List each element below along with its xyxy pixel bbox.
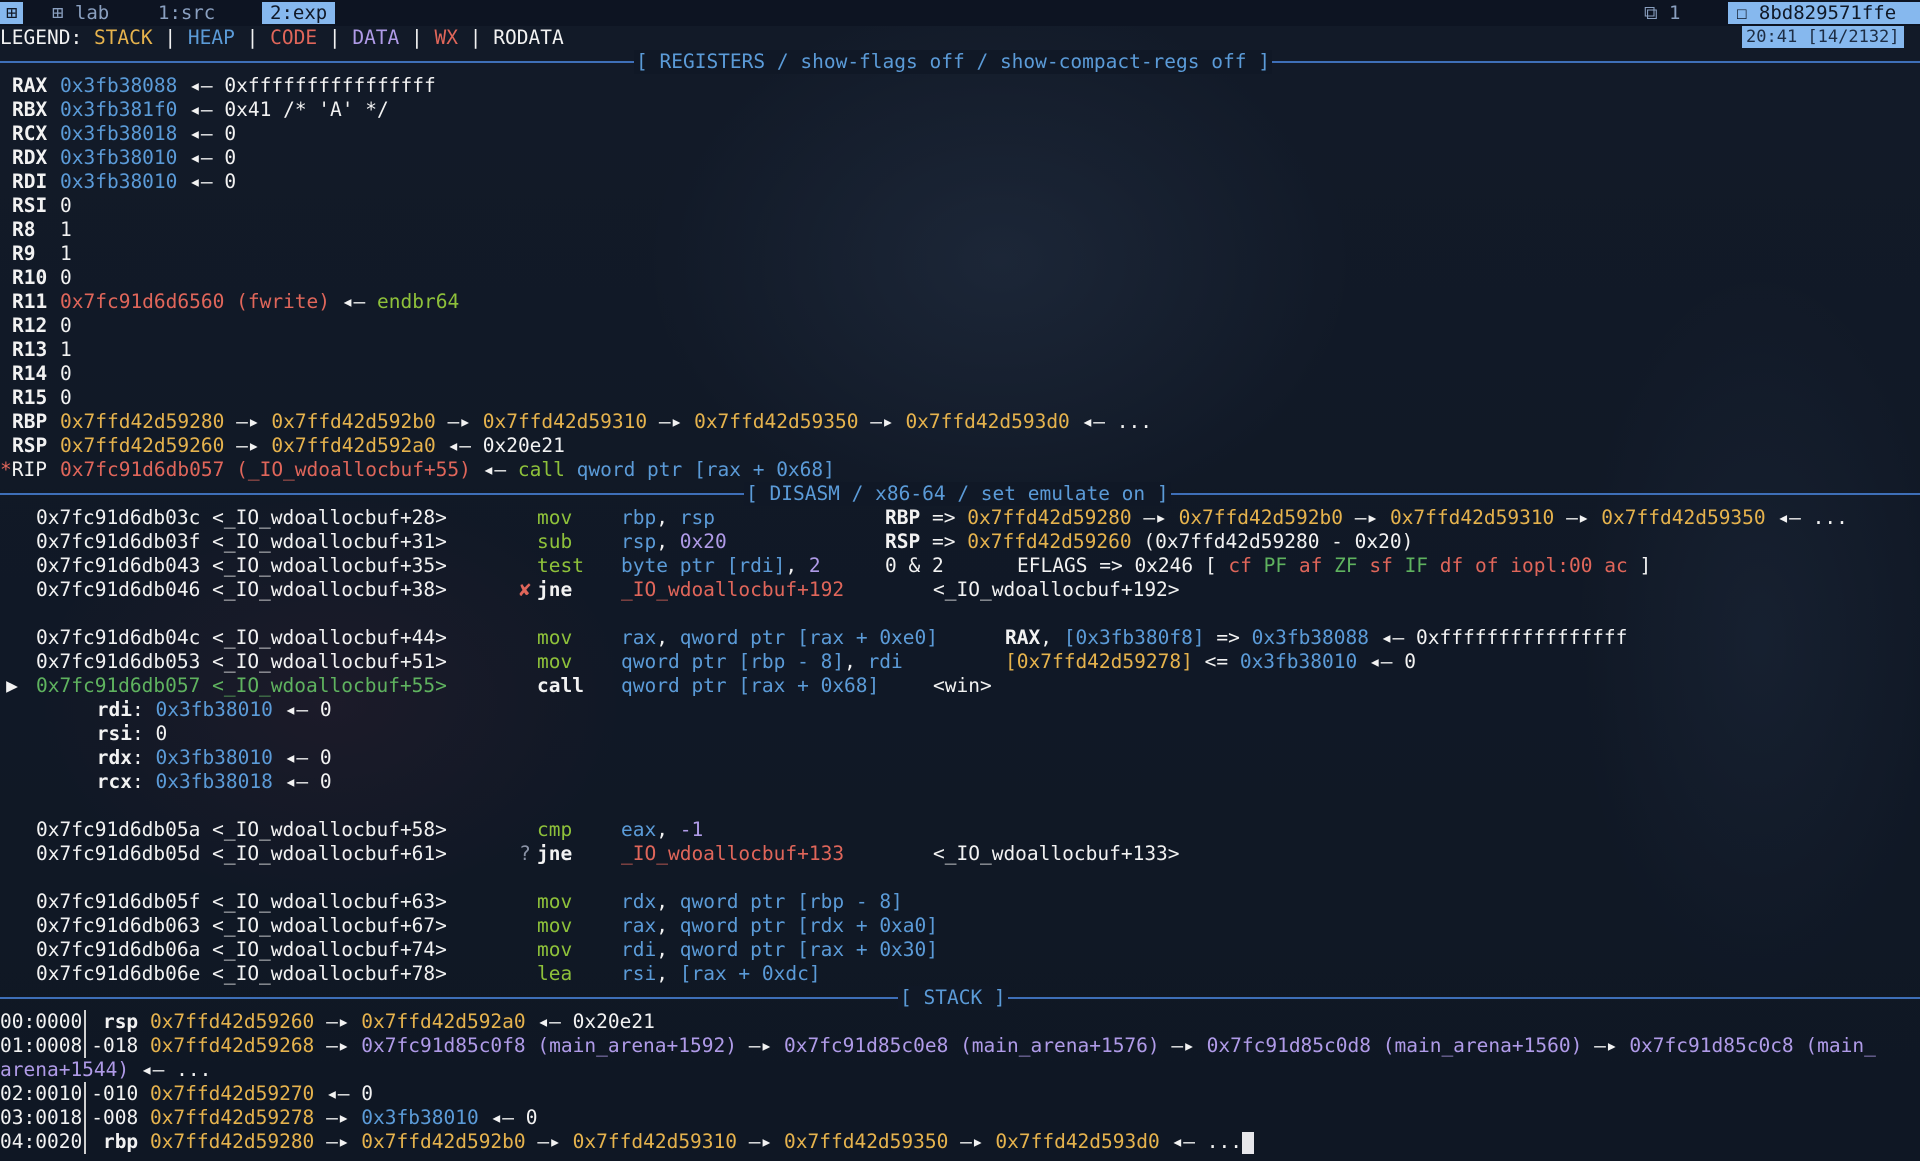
tab-exp[interactable]: 2:exp <box>262 2 336 24</box>
window-icon: ⊞ <box>52 2 64 24</box>
call-arg: rdx: 0x3fb38010 ◂— 0 <box>96 746 332 769</box>
stack-divider <box>84 1010 87 1034</box>
legend-data: DATA <box>352 26 400 49</box>
stack-header: [ STACK ] <box>0 986 1920 1010</box>
stack-divider <box>84 1130 87 1154</box>
stack-entry: 04:0020 rbp 0x7ffd42d59280 —▸ 0x7ffd42d59… <box>0 1130 1254 1154</box>
client-count: ⧉ 1 <box>1644 2 1681 24</box>
disasm-line: 0x7fc91d6db046 <_IO_wdoallocbuf+38> ✘ jne _… <box>36 578 1180 601</box>
stack-entry: 00:0000 rsp 0x7ffd42d59260 —▸ 0x7ffd42d59… <box>0 1010 655 1034</box>
clock: 20:41 [14/2132] <box>1742 26 1904 48</box>
disasm-line: 0x7fc91d6db05d <_IO_wdoallocbuf+61>? jne _… <box>36 842 1180 865</box>
legend-stack: STACK <box>93 26 153 49</box>
call-arg: rcx: 0x3fb38018 ◂— 0 <box>96 770 332 793</box>
legend: LEGEND: STACK | HEAP | CODE | DATA | WX … <box>0 26 564 49</box>
legend-code: CODE <box>270 26 318 49</box>
stack-divider <box>84 1082 87 1106</box>
disasm-line: 0x7fc91d6db05f <_IO_wdoallocbuf+63> mov rd… <box>36 890 903 913</box>
disasm-line: 0x7fc91d6db05a <_IO_wdoallocbuf+58> cmp ea… <box>36 818 704 841</box>
disasm-line: 0x7fc91d6db06a <_IO_wdoallocbuf+74> mov rd… <box>36 938 939 961</box>
call-arg: rsi: 0 <box>96 722 168 745</box>
host-label: ☐ 8bd829571ffe <box>1728 2 1920 24</box>
register-rip: *RIP 0x7fc91d6db057 (_IO_wdoallocbuf+55) … <box>0 458 835 481</box>
register-rsi: RSI 0 <box>12 194 72 217</box>
register-r9: R9 1 <box>12 242 72 265</box>
legend-rodata: RODATA <box>493 26 564 49</box>
stack-divider <box>84 1106 87 1130</box>
terminal-cursor[interactable] <box>1241 1131 1254 1154</box>
tab-src[interactable]: 1:src <box>150 2 223 24</box>
register-r14: R14 0 <box>12 362 72 385</box>
disasm-line: 0x7fc91d6db04c <_IO_wdoallocbuf+44> mov ra… <box>36 626 1628 649</box>
register-rax: RAX 0x3fb38088 ◂— 0xffffffffffffffff <box>12 74 436 97</box>
unknown-branch-icon: ? <box>519 842 531 865</box>
not-taken-icon: ✘ <box>519 578 531 601</box>
stack-entry: 03:0018 -008 0x7ffd42d59278 —▸ 0x3fb38010… <box>0 1106 538 1130</box>
stack-entry-wrap: arena+1544) ◂— ... <box>0 1058 212 1081</box>
register-r13: R13 1 <box>12 338 72 361</box>
register-r10: R10 0 <box>12 266 72 289</box>
register-rsp: RSP 0x7ffd42d59260 —▸ 0x7ffd42d592a0 ◂— 0… <box>12 434 565 457</box>
current-instruction-arrow-icon: ▶ <box>6 674 18 697</box>
tab-lab-label: lab <box>74 2 110 24</box>
register-rbx: RBX 0x3fb381f0 ◂— 0x41 /* 'A' */ <box>12 98 389 121</box>
register-r12: R12 0 <box>12 314 72 337</box>
register-rdi: RDI 0x3fb38010 ◂— 0 <box>12 170 237 193</box>
disasm-current-line: ▶ 0x7fc91d6db057 <_IO_wdoallocbuf+55> call… <box>0 674 992 698</box>
legend-wx: WX <box>434 26 459 49</box>
disasm-line: 0x7fc91d6db043 <_IO_wdoallocbuf+35> test b… <box>36 554 1652 577</box>
disasm-line: 0x7fc91d6db063 <_IO_wdoallocbuf+67> mov ra… <box>36 914 939 937</box>
disasm-line: 0x7fc91d6db06e <_IO_wdoallocbuf+78> lea rs… <box>36 962 821 985</box>
register-r11: R11 0x7fc91d6d6560 (fwrite) ◂— endbr64 <box>12 290 460 313</box>
register-rdx: RDX 0x3fb38010 ◂— 0 <box>12 146 237 169</box>
host-icon: ☐ <box>1736 2 1748 24</box>
register-r8: R8 1 <box>12 218 72 241</box>
registers-header: [ REGISTERS / show-flags off / show-comp… <box>0 50 1920 74</box>
session-icon[interactable]: ⊞ <box>0 2 24 24</box>
tab-lab[interactable]: ⊞ lab <box>44 2 117 24</box>
register-rbp: RBP 0x7ffd42d59280 —▸ 0x7ffd42d592b0 —▸ 0… <box>12 410 1153 433</box>
disasm-title: [ DISASM / x86-64 / set emulate on ] <box>744 482 1171 506</box>
register-rcx: RCX 0x3fb38018 ◂— 0 <box>12 122 237 145</box>
disasm-line: 0x7fc91d6db03f <_IO_wdoallocbuf+31> sub rs… <box>36 530 1414 553</box>
disasm-line: 0x7fc91d6db03c <_IO_wdoallocbuf+28> mov rb… <box>36 506 1848 529</box>
stack-entry: 02:0010 -010 0x7ffd42d59270 ◂— 0 <box>0 1082 374 1106</box>
disasm-header: [ DISASM / x86-64 / set emulate on ] <box>0 482 1920 506</box>
register-r15: R15 0 <box>12 386 72 409</box>
call-arg: rdi: 0x3fb38010 ◂— 0 <box>96 698 332 721</box>
tmux-status-bar: ⊞ ⊞ lab 1:src 2:exp ⧉ 1 ☐ 8bd829571ffe 2… <box>0 0 1920 48</box>
stack-title: [ STACK ] <box>898 986 1008 1010</box>
stack-entry: 01:0008 -018 0x7ffd42d59268 —▸ 0x7fc91d85… <box>0 1034 1876 1058</box>
clients-icon: ⧉ <box>1644 2 1658 24</box>
disasm-line: 0x7fc91d6db053 <_IO_wdoallocbuf+51> mov qw… <box>36 650 1416 673</box>
stack-divider <box>84 1034 87 1058</box>
legend-heap: HEAP <box>187 26 235 49</box>
registers-title: [ REGISTERS / show-flags off / show-comp… <box>634 50 1272 74</box>
